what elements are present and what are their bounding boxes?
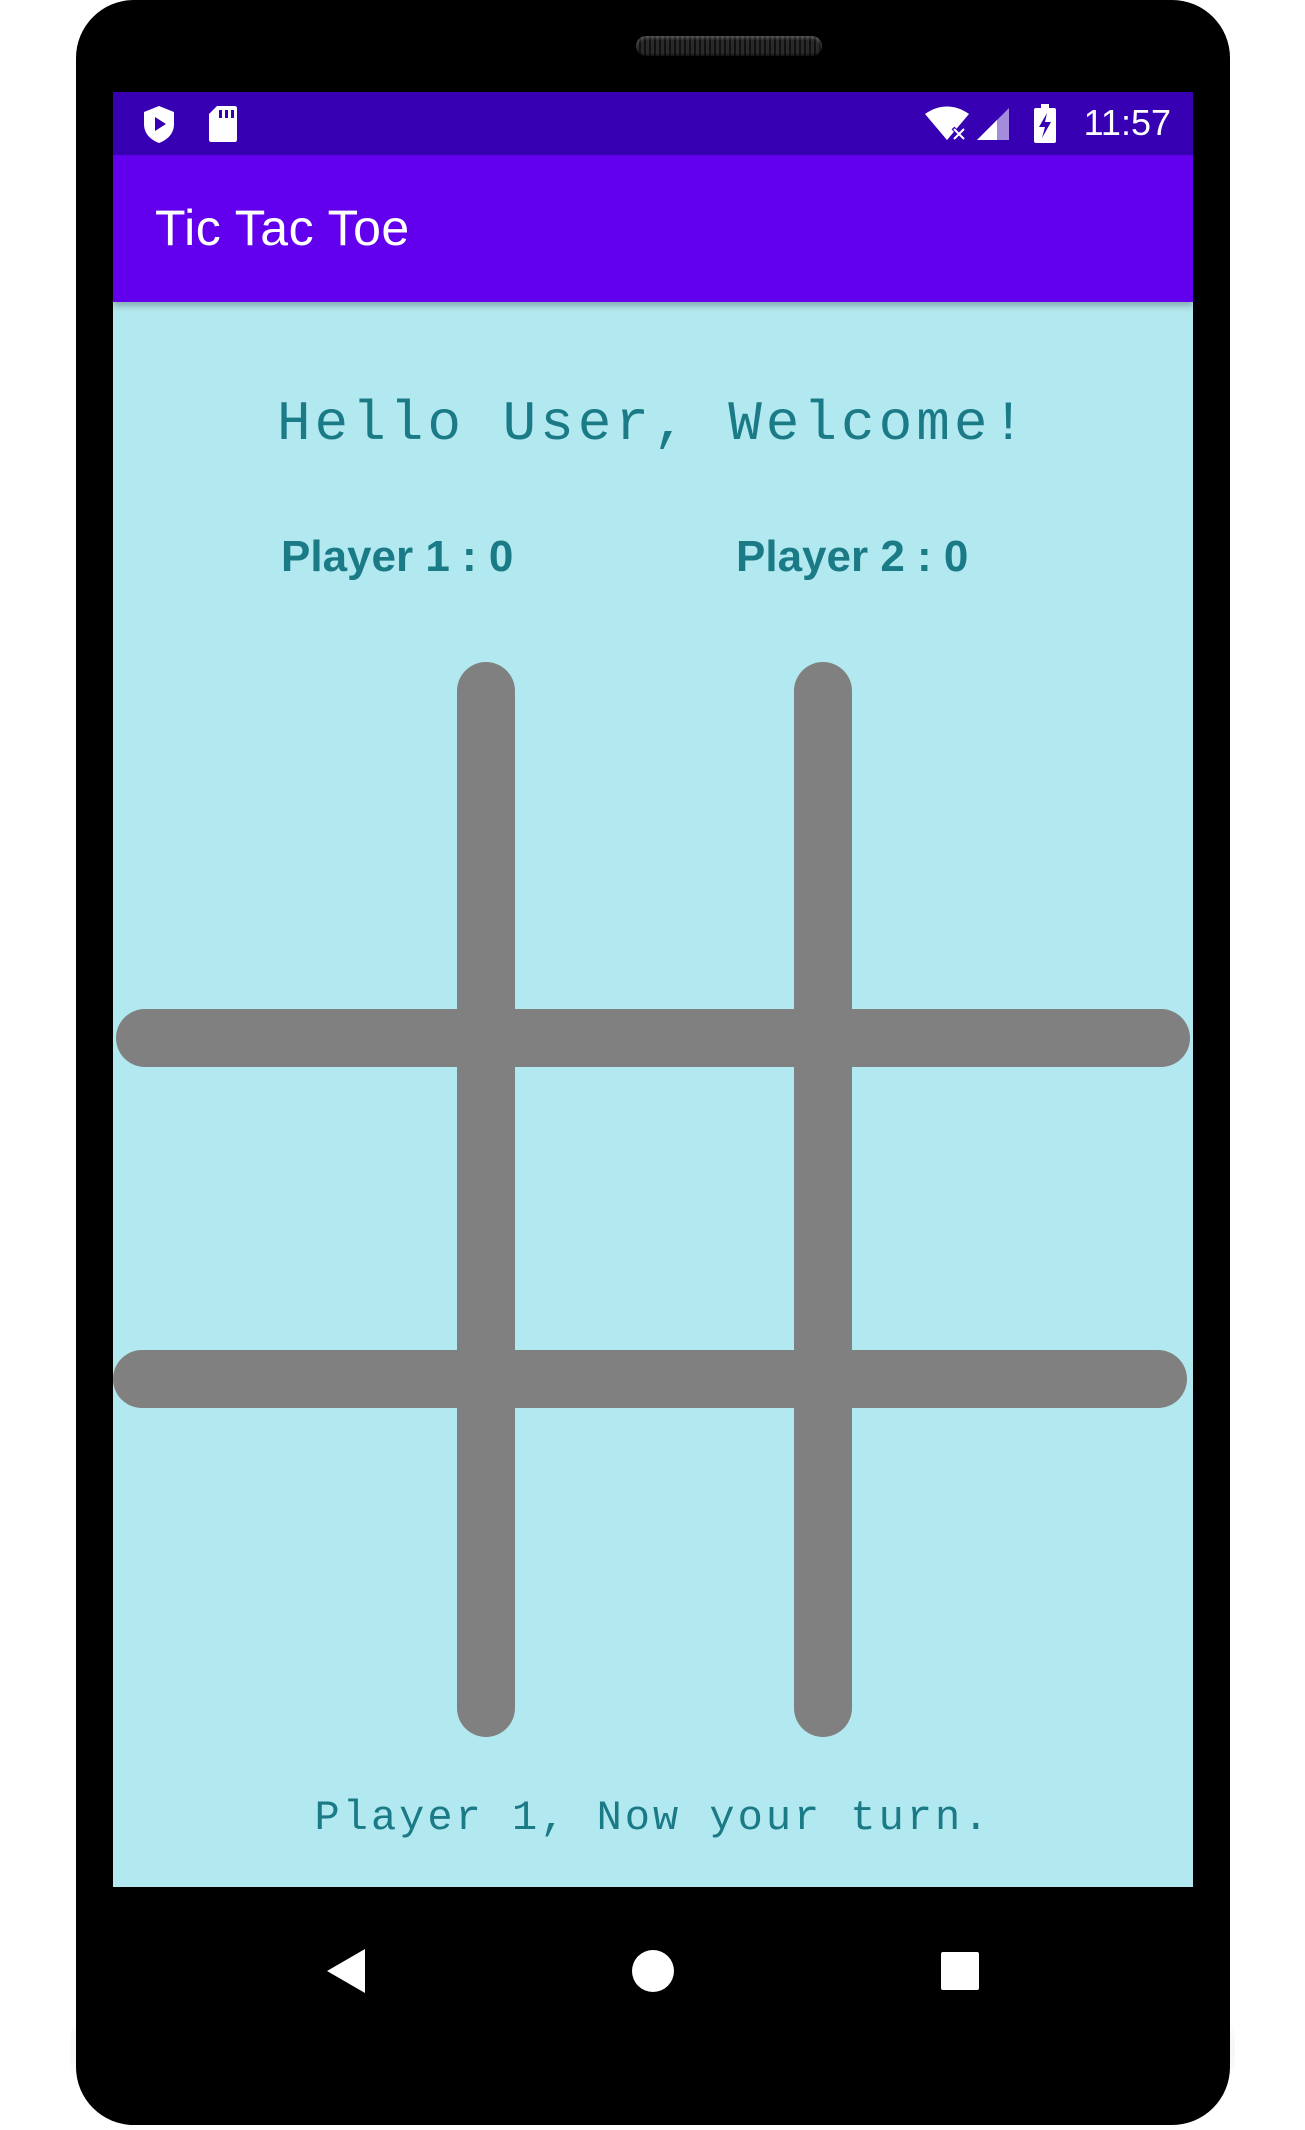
board-cell-1[interactable]	[113, 662, 457, 1009]
app-bar: Tic Tac Toe	[113, 155, 1193, 302]
welcome-message: Hello User, Welcome!	[276, 392, 1030, 456]
board-cell-2[interactable]	[515, 662, 794, 1009]
battery-charging-icon	[1034, 104, 1056, 143]
grid-line-vertical-right	[794, 662, 852, 1737]
board-cell-7[interactable]	[113, 1408, 457, 1737]
app-title: Tic Tac Toe	[155, 200, 410, 256]
player1-score: Player 1 : 0	[281, 532, 514, 581]
signal-icon	[977, 108, 1009, 140]
grid-line-horizontal-top	[116, 1009, 1190, 1067]
grid-line-horizontal-bottom	[113, 1350, 1187, 1408]
grid-line-vertical-left	[457, 662, 515, 1737]
turn-message: Player 1, Now your turn.	[314, 1794, 992, 1842]
board-cell-6[interactable]	[852, 1067, 1193, 1350]
shield-play-icon	[144, 106, 174, 143]
navigation-bar	[113, 1887, 1193, 2052]
board-cell-8[interactable]	[515, 1408, 794, 1737]
board-cell-3[interactable]	[852, 662, 1193, 1009]
back-icon[interactable]	[305, 1931, 385, 2011]
board-cell-5[interactable]	[515, 1067, 794, 1350]
recents-icon[interactable]	[920, 1931, 1000, 2011]
status-time: 11:57	[1083, 102, 1171, 143]
app-screen: 11:57 Tic Tac Toe Hello User, Welcome! P…	[113, 92, 1193, 1887]
board-cell-9[interactable]	[852, 1408, 1193, 1737]
player2-score: Player 2 : 0	[736, 532, 969, 581]
earpiece-speaker	[636, 36, 822, 56]
sd-card-icon	[209, 106, 237, 142]
status-bar: 11:57	[113, 92, 1193, 155]
wifi-icon	[925, 106, 969, 142]
home-icon[interactable]	[613, 1931, 693, 2011]
board-cell-4[interactable]	[113, 1067, 457, 1350]
game-board	[113, 662, 1193, 1842]
